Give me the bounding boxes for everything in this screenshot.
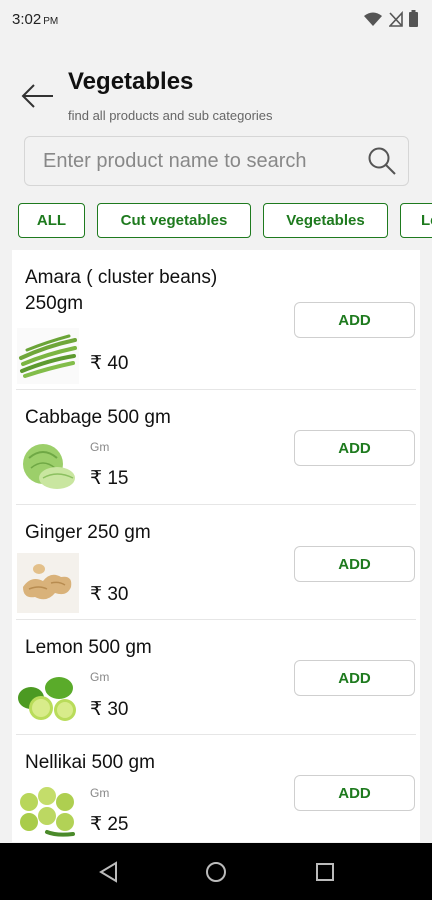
list-item: Cabbage 500 gm Gm ₹ 15 ADD <box>12 390 420 505</box>
page-title: Vegetables <box>68 68 194 95</box>
category-tabs: ALL Cut vegetables Vegetables Le <box>18 203 432 239</box>
product-name: Amara ( cluster beans) 250gm <box>25 267 218 314</box>
product-unit: Gm <box>90 786 110 800</box>
clock-ampm: PM <box>43 16 59 27</box>
product-unit: Gm <box>90 670 110 684</box>
add-button[interactable]: ADD <box>294 430 415 466</box>
back-button[interactable] <box>20 82 56 110</box>
category-chip-cut-vegetables[interactable]: Cut vegetables <box>97 203 251 238</box>
lemon-image <box>17 672 79 724</box>
product-name: Ginger 250 gm <box>25 522 151 543</box>
search-input[interactable] <box>25 137 356 185</box>
product-list: Amara ( cluster beans) 250gm ₹ 40 ADD Ca… <box>12 250 420 842</box>
search-icon[interactable] <box>356 137 408 185</box>
product-price: ₹ 30 <box>90 699 129 720</box>
add-button[interactable]: ADD <box>294 546 415 582</box>
status-bar: 3:02 PM <box>0 0 432 40</box>
page-subtitle: find all products and sub categories <box>68 108 273 123</box>
product-price: ₹ 25 <box>90 814 129 835</box>
ginger-image <box>17 553 79 613</box>
product-price: ₹ 40 <box>90 353 129 374</box>
recents-square-icon[interactable] <box>313 860 337 884</box>
product-name: Lemon 500 gm <box>25 637 152 658</box>
page-header: Vegetables find all products and sub cat… <box>0 40 432 135</box>
product-price: ₹ 30 <box>90 584 129 605</box>
back-triangle-icon[interactable] <box>96 860 120 884</box>
product-price: ₹ 15 <box>90 468 129 489</box>
system-nav-bar <box>0 843 432 900</box>
product-name: Cabbage 500 gm <box>25 407 171 428</box>
home-circle-icon[interactable] <box>204 860 228 884</box>
search-box <box>24 136 409 186</box>
status-icons <box>363 10 418 27</box>
list-item: Amara ( cluster beans) 250gm ₹ 40 ADD <box>12 250 420 390</box>
add-button[interactable]: ADD <box>294 302 415 338</box>
add-button[interactable]: ADD <box>294 775 415 811</box>
category-chip-vegetables[interactable]: Vegetables <box>263 203 388 238</box>
list-item: Nellikai 500 gm Gm ₹ 25 ADD <box>12 735 420 842</box>
clock-time: 3:02 <box>12 11 42 28</box>
category-chip-partial[interactable]: Le <box>400 203 432 238</box>
category-chip-all[interactable]: ALL <box>18 203 85 238</box>
status-time: 3:02 PM <box>12 11 58 28</box>
no-signal-icon <box>389 10 403 27</box>
arrow-left-icon <box>21 84 53 108</box>
battery-icon <box>409 10 418 27</box>
list-item: Ginger 250 gm ₹ 30 ADD <box>12 505 420 620</box>
add-button[interactable]: ADD <box>294 660 415 696</box>
list-item: Lemon 500 gm Gm ₹ 30 ADD <box>12 620 420 735</box>
cabbage-image <box>17 438 79 494</box>
gooseberry-image <box>17 784 79 842</box>
product-unit: Gm <box>90 440 110 454</box>
cluster-beans-image <box>17 328 79 384</box>
product-name: Nellikai 500 gm <box>25 752 155 773</box>
wifi-icon <box>364 12 382 26</box>
